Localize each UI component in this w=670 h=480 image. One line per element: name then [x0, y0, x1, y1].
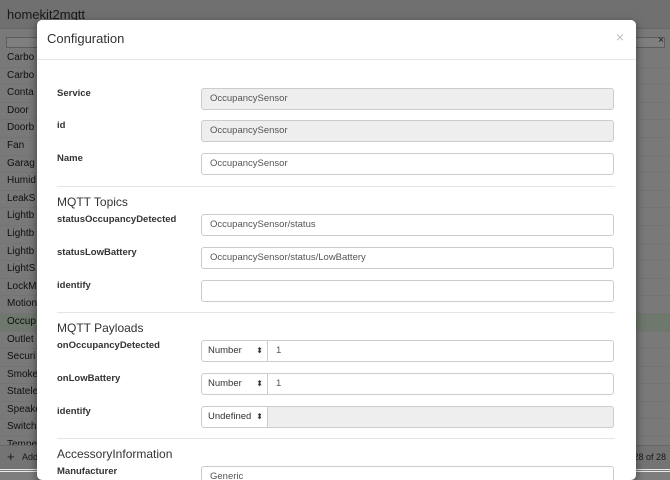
status-low-battery-field-group: statusLowBattery OccupancySensor/status/…	[57, 247, 615, 269]
id-field: OccupancySensor	[201, 120, 614, 142]
identify-topic-field-group: identify	[57, 280, 615, 302]
select-arrows-icon: ⬍	[256, 379, 263, 388]
on-low-battery-type-select[interactable]: Number ⬍	[201, 373, 268, 395]
on-low-battery-field-group: onLowBattery Number ⬍ 1	[57, 373, 615, 395]
service-label: Service	[57, 88, 91, 99]
on-low-battery-value-field[interactable]: 1	[267, 373, 614, 395]
identify-payload-field-group: identify Undefined ⬍	[57, 406, 615, 428]
select-arrows-icon: ⬍	[256, 412, 263, 421]
accessory-information-heading: AccessoryInformation	[57, 438, 615, 461]
on-occupancy-value-field[interactable]: 1	[267, 340, 614, 362]
on-occupancy-type-value: Number	[208, 345, 242, 356]
service-field-group: Service OccupancySensor	[57, 88, 615, 110]
on-occupancy-type-select[interactable]: Number ⬍	[201, 340, 268, 362]
mqtt-topics-heading: MQTT Topics	[57, 186, 615, 209]
status-low-battery-label: statusLowBattery	[57, 247, 137, 258]
status-occupancy-label: statusOccupancyDetected	[57, 214, 177, 225]
id-field-group: id OccupancySensor	[57, 120, 615, 142]
manufacturer-label: Manufacturer	[57, 466, 118, 477]
identify-payload-label: identify	[57, 406, 91, 417]
close-icon[interactable]: ×	[616, 29, 624, 45]
select-arrows-icon: ⬍	[256, 346, 263, 355]
status-occupancy-field-group: statusOccupancyDetected OccupancySensor/…	[57, 214, 615, 236]
name-field[interactable]: OccupancySensor	[201, 153, 614, 175]
status-low-battery-field[interactable]: OccupancySensor/status/LowBattery	[201, 247, 614, 269]
service-field: OccupancySensor	[201, 88, 614, 110]
on-occupancy-field-group: onOccupancyDetected Number ⬍ 1	[57, 340, 615, 362]
dialog-header: Configuration ×	[37, 20, 636, 60]
on-low-battery-label: onLowBattery	[57, 373, 121, 384]
identify-topic-label: identify	[57, 280, 91, 291]
on-low-battery-type-value: Number	[208, 378, 242, 389]
status-occupancy-field[interactable]: OccupancySensor/status	[201, 214, 614, 236]
manufacturer-field-group: Manufacturer Generic	[57, 466, 615, 480]
on-occupancy-label: onOccupancyDetected	[57, 340, 160, 351]
identify-payload-type-value: Undefined	[208, 411, 252, 422]
identify-topic-field[interactable]	[201, 280, 614, 302]
mqtt-payloads-heading: MQTT Payloads	[57, 312, 615, 335]
id-label: id	[57, 120, 66, 131]
dialog-title: Configuration	[47, 31, 125, 46]
name-label: Name	[57, 153, 83, 164]
identify-payload-type-select[interactable]: Undefined ⬍	[201, 406, 268, 428]
identify-payload-value-field	[267, 406, 614, 428]
manufacturer-field[interactable]: Generic	[201, 466, 614, 480]
configuration-dialog: Configuration × Service OccupancySensor …	[37, 20, 636, 480]
name-field-group: Name OccupancySensor	[57, 153, 615, 175]
